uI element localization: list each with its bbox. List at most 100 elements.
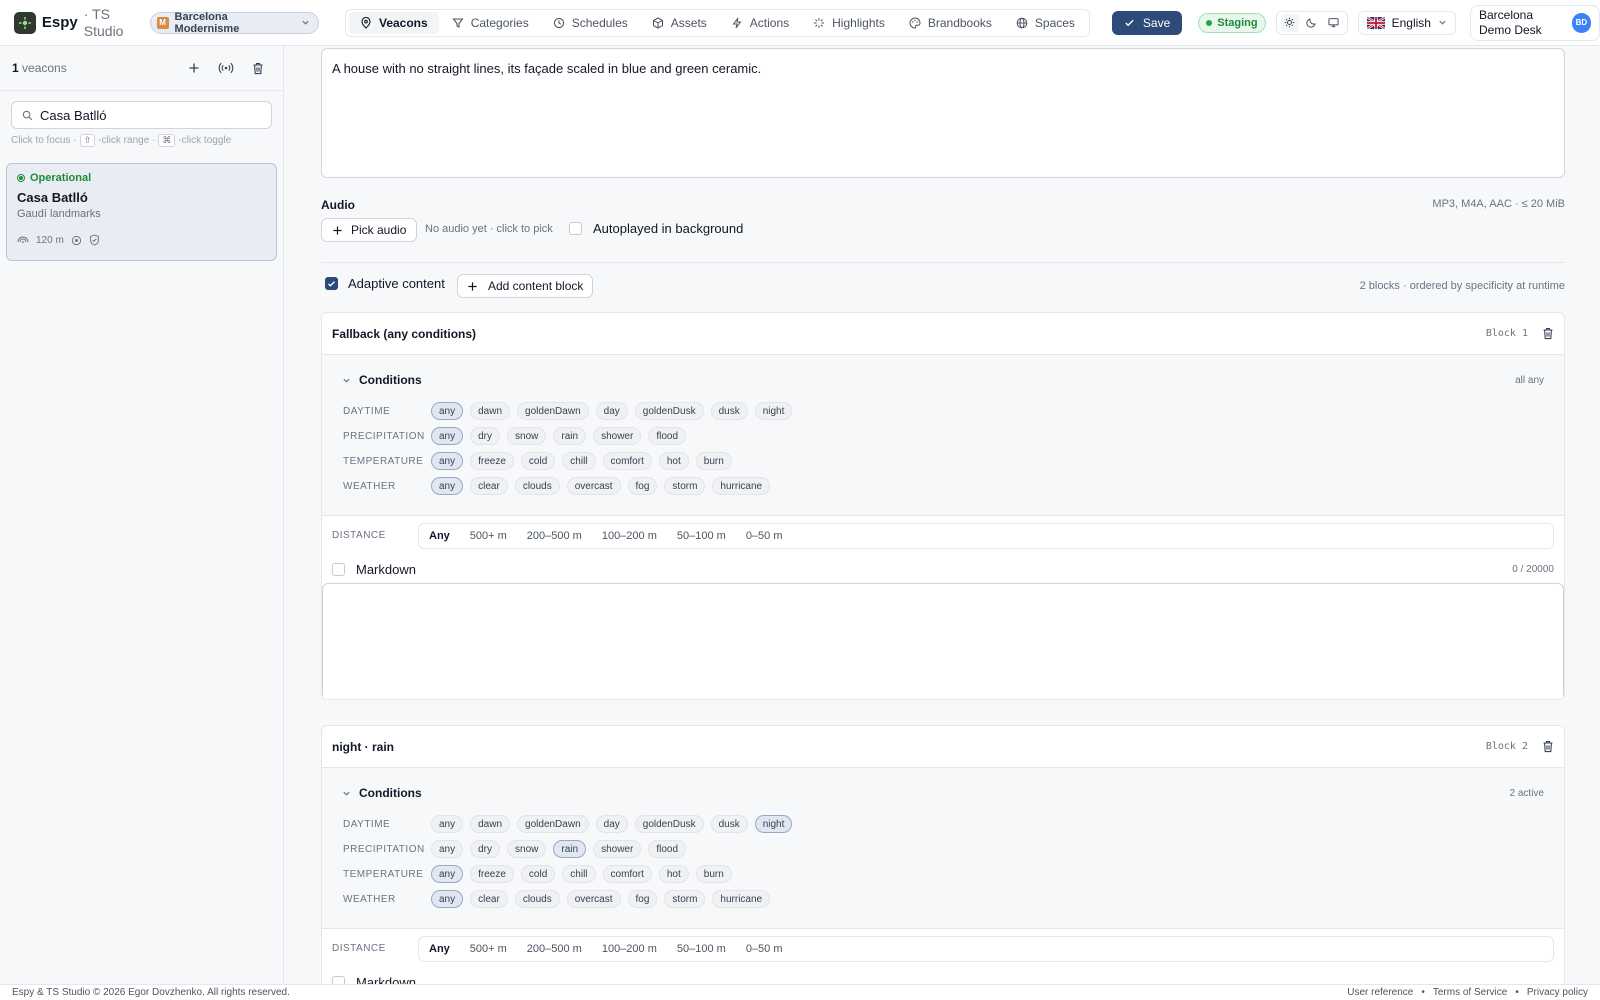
nav-schedules[interactable]: Schedules: [542, 12, 639, 34]
environment-badge[interactable]: Staging: [1198, 12, 1266, 33]
weather-chip-clear[interactable]: clear: [470, 890, 508, 908]
espy-logo-icon[interactable]: [14, 11, 36, 34]
nav-veacons[interactable]: Veacons: [348, 11, 439, 34]
weather-chip-fog[interactable]: fog: [627, 890, 658, 908]
nav-spaces[interactable]: Spaces: [1005, 12, 1086, 34]
distance-option[interactable]: 500+ m: [464, 943, 513, 955]
temperature-chip-comfort[interactable]: comfort: [602, 865, 652, 883]
theme-light-button[interactable]: [1280, 13, 1299, 32]
temperature-chip-chill[interactable]: chill: [562, 865, 596, 883]
distance-option[interactable]: 200–500 m: [521, 530, 588, 542]
temperature-chip-hot[interactable]: hot: [658, 865, 689, 883]
weather-chip-any[interactable]: any: [431, 890, 464, 908]
markdown-checkbox[interactable]: [332, 562, 345, 576]
precipitation-chip-flood[interactable]: flood: [648, 840, 687, 858]
weather-chip-clouds[interactable]: clouds: [514, 477, 560, 495]
precipitation-chip-rain[interactable]: rain: [553, 840, 587, 858]
adaptive-checkbox[interactable]: [325, 277, 338, 290]
weather-chip-clear[interactable]: clear: [470, 477, 508, 495]
daytime-chip-goldendawn[interactable]: goldenDawn: [517, 402, 589, 420]
nav-highlights[interactable]: Highlights: [802, 12, 896, 34]
temperature-chip-hot[interactable]: hot: [658, 452, 689, 470]
daytime-chip-day[interactable]: day: [595, 815, 628, 833]
daytime-chip-night[interactable]: night: [754, 402, 793, 420]
markdown-checkbox[interactable]: [332, 975, 345, 984]
distance-option[interactable]: Any: [423, 530, 456, 542]
theme-system-button[interactable]: [1325, 14, 1343, 32]
precipitation-chip-snow[interactable]: snow: [507, 427, 547, 445]
delete-veacon-button[interactable]: [245, 55, 271, 81]
temperature-chip-chill[interactable]: chill: [562, 452, 596, 470]
daytime-chip-night[interactable]: night: [754, 815, 793, 833]
conditions-toggle[interactable]: Conditions: [342, 786, 422, 800]
temperature-chip-any[interactable]: any: [431, 865, 464, 883]
temperature-chip-comfort[interactable]: comfort: [602, 452, 652, 470]
precipitation-chip-any[interactable]: any: [431, 427, 464, 445]
footer-link-privacy[interactable]: Privacy policy: [1527, 987, 1588, 998]
precipitation-chip-rain[interactable]: rain: [553, 427, 587, 445]
distance-option[interactable]: 200–500 m: [521, 943, 588, 955]
save-button[interactable]: Save: [1111, 10, 1183, 35]
search-box[interactable]: [11, 101, 272, 129]
daytime-chip-dawn[interactable]: dawn: [470, 815, 511, 833]
footer-link-user-reference[interactable]: User reference: [1347, 987, 1413, 998]
weather-chip-overcast[interactable]: overcast: [566, 477, 621, 495]
nav-brandbooks[interactable]: Brandbooks: [898, 12, 1003, 34]
broadcast-button[interactable]: [213, 55, 239, 81]
nav-assets[interactable]: Assets: [641, 12, 718, 34]
trash-icon[interactable]: [1542, 740, 1554, 753]
temperature-chip-freeze[interactable]: freeze: [470, 865, 514, 883]
temperature-chip-cold[interactable]: cold: [520, 865, 556, 883]
temperature-chip-cold[interactable]: cold: [520, 452, 556, 470]
language-selector[interactable]: English: [1357, 10, 1456, 35]
autoplay-checkbox[interactable]: [569, 222, 582, 235]
daytime-chip-goldendusk[interactable]: goldenDusk: [634, 402, 704, 420]
daytime-chip-dusk[interactable]: dusk: [710, 815, 748, 833]
daytime-chip-dawn[interactable]: dawn: [470, 402, 511, 420]
distance-option[interactable]: 500+ m: [464, 530, 513, 542]
pick-audio-button[interactable]: Pick audio: [321, 218, 418, 242]
weather-chip-storm[interactable]: storm: [664, 477, 706, 495]
precipitation-chip-dry[interactable]: dry: [470, 840, 501, 858]
daytime-chip-goldendusk[interactable]: goldenDusk: [634, 815, 704, 833]
weather-chip-hurricane[interactable]: hurricane: [712, 477, 771, 495]
weather-chip-fog[interactable]: fog: [627, 477, 658, 495]
distance-option[interactable]: 50–100 m: [671, 943, 732, 955]
weather-chip-storm[interactable]: storm: [664, 890, 706, 908]
trash-icon[interactable]: [1542, 327, 1554, 340]
add-veacon-button[interactable]: [181, 55, 207, 81]
nav-categories[interactable]: Categories: [441, 12, 540, 34]
autoplay-toggle[interactable]: Autoplayed in background: [569, 221, 743, 236]
temperature-chip-any[interactable]: any: [431, 452, 464, 470]
distance-option[interactable]: 100–200 m: [596, 530, 663, 542]
block-content-textarea[interactable]: [322, 583, 1564, 699]
weather-chip-clouds[interactable]: clouds: [514, 890, 560, 908]
search-input[interactable]: [40, 107, 260, 123]
weather-chip-overcast[interactable]: overcast: [566, 890, 621, 908]
weather-chip-any[interactable]: any: [431, 477, 464, 495]
conditions-toggle[interactable]: Conditions: [342, 373, 422, 387]
temperature-chip-freeze[interactable]: freeze: [470, 452, 514, 470]
footer-link-terms[interactable]: Terms of Service: [1433, 987, 1507, 998]
daytime-chip-goldendawn[interactable]: goldenDawn: [517, 815, 589, 833]
daytime-chip-any[interactable]: any: [431, 815, 464, 833]
precipitation-chip-shower[interactable]: shower: [593, 427, 642, 445]
add-content-block-button[interactable]: Add content block: [457, 274, 594, 298]
distance-option[interactable]: 0–50 m: [740, 943, 789, 955]
precipitation-chip-snow[interactable]: snow: [507, 840, 547, 858]
precipitation-chip-shower[interactable]: shower: [593, 840, 642, 858]
distance-option[interactable]: 100–200 m: [596, 943, 663, 955]
temperature-chip-burn[interactable]: burn: [695, 452, 732, 470]
precipitation-chip-any[interactable]: any: [431, 840, 464, 858]
weather-chip-hurricane[interactable]: hurricane: [712, 890, 771, 908]
user-menu[interactable]: Barcelona Demo Desk BD: [1469, 4, 1600, 41]
distance-option[interactable]: 0–50 m: [740, 530, 789, 542]
project-selector[interactable]: M Barcelona Modernisme: [149, 11, 319, 35]
precipitation-chip-dry[interactable]: dry: [470, 427, 501, 445]
veacon-card[interactable]: Operational Casa Batlló Gaudí landmarks …: [6, 163, 277, 261]
distance-option[interactable]: 50–100 m: [671, 530, 732, 542]
nav-actions[interactable]: Actions: [720, 12, 800, 34]
temperature-chip-burn[interactable]: burn: [695, 865, 732, 883]
distance-option[interactable]: Any: [423, 943, 456, 955]
daytime-chip-any[interactable]: any: [431, 402, 464, 420]
